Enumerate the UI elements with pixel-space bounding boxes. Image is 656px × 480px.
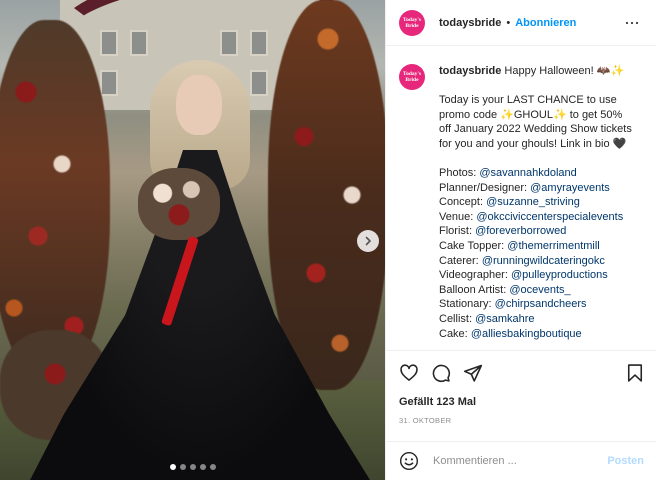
caption-line: Today is your LAST CHANCE to use	[439, 94, 617, 107]
caption-username[interactable]: todaysbride	[439, 65, 501, 77]
carousel-indicator	[170, 464, 216, 470]
carousel-dot	[200, 464, 206, 470]
credit-label: Caterer:	[439, 254, 479, 267]
heart-icon[interactable]	[399, 363, 419, 383]
bouquet	[138, 168, 220, 240]
caption-line: off January 2022 Wedding Show tickets	[439, 123, 632, 136]
separator-dot: •	[506, 16, 511, 29]
bookmark-icon[interactable]	[625, 363, 645, 383]
more-icon[interactable]	[625, 16, 639, 30]
carousel-next-button[interactable]	[357, 230, 379, 252]
credit-line: Florist: @foreverborrowed	[439, 224, 643, 239]
comment-bar: Posten	[386, 441, 656, 480]
carousel-dot	[210, 464, 216, 470]
credit-mention[interactable]: @foreverborrowed	[475, 225, 566, 237]
credit-label: Cake:	[439, 327, 468, 340]
credit-label: Stationary:	[439, 298, 492, 311]
carousel-dot	[180, 464, 186, 470]
credit-mention[interactable]: @runningwildcateringokc	[482, 255, 605, 267]
post-sidebar: Today's Bride todaysbride • Abonnieren T…	[385, 0, 656, 480]
caption-area[interactable]: Today's Bride todaysbride Happy Hallowee…	[386, 47, 656, 350]
credit-line: Planner/Designer: @amyrayevents	[439, 181, 643, 196]
credit-mention[interactable]: @pulleyproductions	[511, 269, 608, 281]
caption-intro: Happy Halloween! 🦇✨	[504, 65, 625, 77]
bride-face	[176, 75, 222, 135]
carousel-dot	[170, 464, 176, 470]
credits-list: Photos: @savannahkdoland Planner/Designer…	[439, 166, 643, 341]
carousel-dot	[190, 464, 196, 470]
credit-line: Caterer: @runningwildcateringokc	[439, 254, 643, 269]
credit-line: Balloon Artist: @ocevents_	[439, 283, 643, 298]
credit-label: Venue:	[439, 210, 474, 223]
caption-text: todaysbride Happy Halloween! 🦇✨ Today is…	[439, 64, 643, 350]
emoji-icon[interactable]	[399, 451, 419, 471]
credit-line: Cake Topper: @themerrimentmill	[439, 239, 643, 254]
credit-line: Cake: @alliesbakingboutique	[439, 327, 643, 342]
comment-icon[interactable]	[431, 363, 451, 383]
post-date[interactable]: 31. OKTOBER	[399, 416, 451, 425]
action-bar	[386, 350, 656, 394]
credit-line: Concept: @suzanne_striving	[439, 195, 643, 210]
credit-label: Videographer:	[439, 269, 508, 282]
credit-label: Photos:	[439, 166, 477, 179]
post-comment-button[interactable]: Posten	[607, 455, 644, 467]
credit-label: Florist:	[439, 225, 472, 238]
credit-mention[interactable]: @savannahkdoland	[479, 167, 576, 179]
post-photo[interactable]	[0, 0, 385, 480]
likes-count[interactable]: Gefällt 123 Mal	[399, 396, 476, 408]
credit-mention[interactable]: @themerrimentmill	[507, 240, 599, 252]
caption-line: for you and your ghouls! Link in bio 🖤	[439, 137, 627, 150]
caption-line: promo code ✨GHOUL✨ to get 50%	[439, 108, 623, 121]
caption-body: Today is your LAST CHANCE to use promo c…	[439, 93, 643, 151]
header-username[interactable]: todaysbride	[439, 17, 501, 29]
comment-input[interactable]	[433, 455, 603, 467]
credit-mention[interactable]: @chirpsandcheers	[495, 298, 587, 310]
credit-line: Photos: @savannahkdoland	[439, 166, 643, 181]
credit-label: Cellist:	[439, 312, 473, 325]
credit-label: Planner/Designer:	[439, 181, 528, 194]
credit-line: Videographer: @pulleyproductions	[439, 268, 643, 283]
avatar[interactable]: Today's Bride	[399, 9, 425, 36]
floral-arch-right	[268, 0, 385, 390]
credit-mention[interactable]: @alliesbakingboutique	[471, 328, 582, 340]
credit-label: Balloon Artist:	[439, 283, 507, 296]
credit-mention[interactable]: @ocevents_	[509, 284, 570, 296]
follow-button[interactable]: Abonnieren	[515, 17, 576, 29]
credit-label: Cake Topper:	[439, 239, 505, 252]
credit-line: Venue: @okcciviccenterspecialevents	[439, 210, 643, 225]
chevron-right-icon	[365, 236, 371, 246]
floral-arch-left	[0, 20, 110, 380]
caption-avatar[interactable]: Today's Bride	[399, 64, 425, 90]
share-icon[interactable]	[463, 363, 483, 383]
post-header: Today's Bride todaysbride • Abonnieren	[386, 0, 656, 46]
credit-line: Cellist: @samkahre	[439, 312, 643, 327]
credit-line: Stationary: @chirpsandcheers	[439, 297, 643, 312]
credit-mention[interactable]: @samkahre	[475, 313, 534, 325]
credit-mention[interactable]: @suzanne_striving	[486, 196, 580, 208]
credit-mention[interactable]: @okcciviccenterspecialevents	[476, 211, 623, 223]
credit-mention[interactable]: @amyrayevents	[530, 182, 610, 194]
credit-label: Concept:	[439, 196, 484, 209]
